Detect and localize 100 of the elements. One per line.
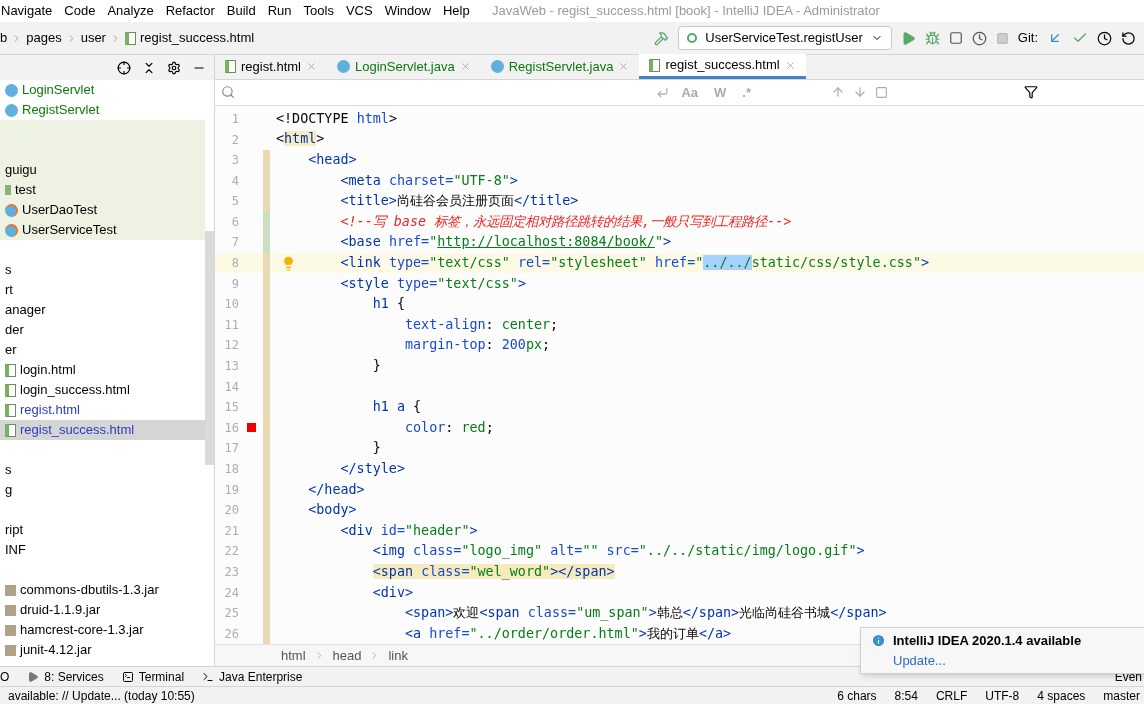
line-number: 10	[223, 296, 239, 314]
line-number: 6	[230, 213, 239, 231]
update-link[interactable]: Update...	[893, 650, 946, 670]
history-icon[interactable]	[1097, 30, 1112, 46]
breadcrumb-item[interactable]: b	[0, 28, 8, 48]
run-icon[interactable]	[900, 30, 916, 46]
breadcrumb-item[interactable]: user	[80, 28, 106, 48]
html-file-icon	[5, 363, 16, 377]
line-number: 18	[223, 461, 239, 478]
tree-item[interactable]: regist_success.html	[0, 420, 205, 440]
change-marker[interactable]	[263, 623, 270, 645]
stop-icon	[995, 31, 1009, 45]
code-line: <body>	[307, 501, 357, 520]
change-marker[interactable]	[263, 211, 270, 233]
line-number: 24	[223, 584, 239, 602]
line-number: 15	[223, 399, 239, 417]
code-line: color: red;	[404, 418, 494, 437]
change-marker[interactable]	[263, 252, 270, 274]
previous-icon[interactable]	[831, 85, 845, 100]
status-item[interactable]: 6 chars	[837, 686, 877, 704]
status-item[interactable]: 4 spaces	[1037, 686, 1086, 704]
status-item[interactable]: CRLF	[935, 686, 968, 704]
breadcrumb-item[interactable]: regist_success.html	[139, 28, 255, 48]
menu-item[interactable]: Navigate	[0, 1, 54, 21]
code-line: }	[371, 356, 381, 375]
breadcrumb-item[interactable]: link	[388, 645, 408, 666]
tree-item[interactable]: guigu	[0, 160, 205, 180]
breakpoint-icon[interactable]	[246, 423, 256, 433]
code-line: <title>尚硅谷会员注册页面</title>	[339, 192, 579, 211]
class-icon	[5, 103, 18, 117]
code-line: <img class="logo_img" alt="" src="../../static/img/logo.gif">	[371, 542, 865, 561]
search-icon	[221, 85, 235, 100]
menu-item[interactable]: Run	[266, 1, 293, 21]
menu-item[interactable]: Build	[225, 1, 257, 21]
breadcrumb-item[interactable]: html	[281, 645, 306, 666]
line-number: 4	[230, 172, 239, 190]
info-icon	[871, 633, 886, 649]
close-icon[interactable]	[459, 61, 471, 72]
change-marker[interactable]	[263, 232, 270, 253]
bug-icon[interactable]	[924, 30, 940, 46]
editor-tab[interactable]: RegistServlet.java	[480, 54, 640, 79]
tool-window-button[interactable]: 8: Services	[27, 667, 104, 686]
run-config-dropdown[interactable]: UserServiceTest.registUser	[678, 26, 892, 50]
newline-icon[interactable]	[656, 85, 670, 99]
editor-tab[interactable]: LoginServlet.java	[326, 54, 481, 79]
tool-window-button[interactable]: O	[0, 667, 10, 686]
close-icon[interactable]	[618, 61, 630, 72]
status-item[interactable]: master	[1103, 686, 1140, 704]
code-line: }	[371, 439, 381, 458]
editor-tab[interactable]: regist_success.html	[639, 54, 806, 79]
change-marker[interactable]	[263, 149, 270, 171]
locate-icon[interactable]	[117, 60, 131, 75]
settings-icon[interactable]	[167, 60, 181, 75]
next-icon[interactable]	[853, 85, 867, 100]
test-class-icon	[5, 203, 18, 217]
scrollbar[interactable]	[205, 231, 214, 465]
menu-item[interactable]: Analyze	[106, 1, 155, 21]
line-number: 22	[223, 543, 239, 561]
menu-item[interactable]: Help	[441, 1, 471, 21]
jar-icon	[5, 644, 16, 656]
jar-icon	[5, 624, 16, 636]
collapse-icon[interactable]	[142, 60, 156, 75]
breadcrumb-item[interactable]: pages	[26, 28, 62, 48]
tree-item[interactable]: UserDaoTest	[0, 200, 205, 220]
menu-item[interactable]: Window	[383, 1, 432, 21]
breadcrumb-item[interactable]: head	[332, 645, 362, 666]
code-line: h1 a {	[371, 398, 422, 417]
code-line: <span class="wel_word"></span>	[371, 562, 615, 582]
code-line: <base href="http://localhost:8084/book/">	[339, 233, 672, 252]
code-line: <div id="header">	[339, 521, 478, 540]
code-line: <div>	[371, 583, 414, 602]
line-number: 25	[223, 605, 239, 623]
enterprise-icon	[202, 670, 215, 683]
status-item[interactable]: 8:54	[894, 686, 918, 704]
line-number: 9	[230, 275, 239, 293]
build-icon[interactable]	[654, 30, 670, 46]
close-icon[interactable]	[784, 59, 796, 71]
jar-icon	[5, 584, 16, 596]
code-line: <meta charset="UTF-8">	[339, 171, 518, 190]
tree-item[interactable]: test	[0, 180, 205, 200]
filter-icon[interactable]	[1024, 85, 1038, 100]
status-item[interactable]: UTF-8	[985, 686, 1020, 704]
tool-window-button[interactable]: Java Enterprise	[202, 667, 303, 686]
menu-item[interactable]: Code	[63, 1, 97, 21]
html-file-icon	[5, 403, 16, 417]
menu-item[interactable]: VCS	[344, 1, 374, 21]
code-line: text-align: center;	[404, 315, 559, 334]
line-number: 23	[223, 563, 239, 581]
config-icon	[687, 33, 698, 43]
menu-item[interactable]: Refactor	[164, 1, 216, 21]
lightbulb-icon[interactable]	[281, 255, 296, 271]
tree-item[interactable]: UserServiceTest	[0, 220, 205, 240]
code-line: </style>	[339, 459, 405, 478]
status-message: available: // Update... (today 10:55)	[8, 687, 195, 704]
tool-window-button[interactable]: Terminal	[121, 667, 185, 686]
editor-tab[interactable]: regist.html	[215, 54, 327, 79]
close-icon[interactable]	[305, 61, 317, 72]
rollback-icon[interactable]	[1121, 30, 1136, 46]
change-marker[interactable]	[263, 191, 270, 212]
menu-item[interactable]: Tools	[302, 1, 335, 21]
